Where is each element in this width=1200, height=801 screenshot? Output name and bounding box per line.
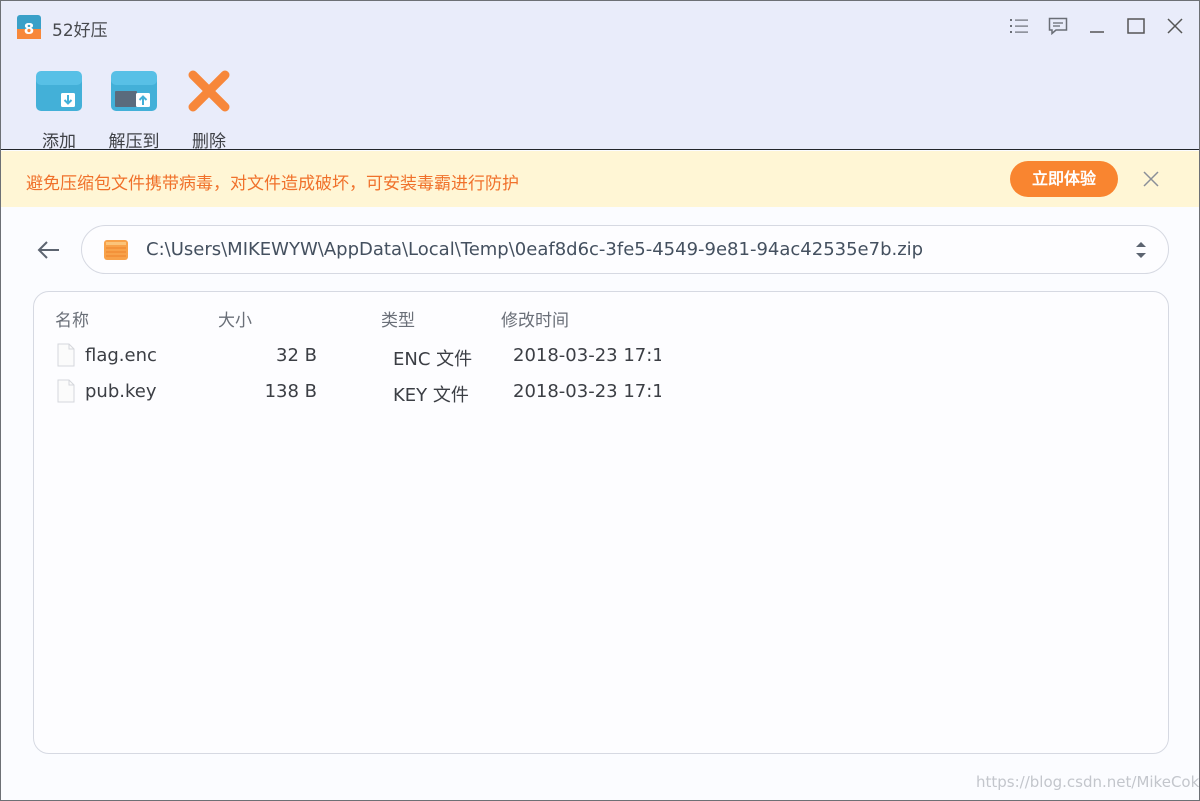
table-row[interactable]: pub.key 138 B KEY 文件 2018-03-23 17:1: [54, 376, 1144, 410]
archive-path: C:\Users\MIKEWYW\AppData\Local\Temp\0eaf…: [146, 239, 924, 260]
app-logo-text: 8: [24, 20, 34, 38]
delete-button[interactable]: 删除: [174, 67, 244, 152]
column-header-modified[interactable]: 修改时间: [501, 306, 569, 331]
delete-button-label: 删除: [192, 132, 226, 152]
file-icon: [57, 343, 75, 371]
add-button-label: 添加: [42, 132, 76, 152]
app-logo-icon: 8: [17, 15, 41, 39]
extract-to-button[interactable]: 解压到: [99, 67, 169, 152]
banner-text: 避免压缩包文件携带病毒，对文件造成破坏，可安装毒霸进行防护: [26, 174, 519, 194]
banner-close-icon[interactable]: [1141, 169, 1161, 189]
file-type: ENC 文件: [393, 349, 473, 370]
file-modified: 2018-03-23 17:1: [513, 345, 661, 366]
feedback-icon[interactable]: [1047, 15, 1069, 37]
file-list-panel: 名称 大小 类型 修改时间 flag.enc 32 B ENC 文件 2018-…: [33, 291, 1169, 754]
file-name: flag.enc: [85, 345, 157, 366]
menu-icon[interactable]: [1008, 15, 1030, 37]
column-header-type[interactable]: 类型: [381, 306, 415, 331]
file-type: KEY 文件: [393, 385, 469, 406]
back-arrow-icon[interactable]: [35, 238, 61, 262]
file-icon: [57, 379, 75, 407]
minimize-icon[interactable]: [1086, 15, 1108, 37]
file-size: 32 B: [276, 345, 317, 366]
maximize-icon[interactable]: [1125, 15, 1147, 37]
extract-archive-icon: [111, 71, 157, 111]
watermark: https://blog.csdn.net/MikeCoke: [976, 773, 1200, 791]
app-title: 52好压: [52, 21, 108, 41]
path-bar[interactable]: C:\Users\MIKEWYW\AppData\Local\Temp\0eaf…: [81, 225, 1169, 274]
extract-to-button-label: 解压到: [108, 132, 160, 152]
delete-x-icon: [188, 70, 230, 112]
close-icon[interactable]: [1164, 15, 1186, 37]
file-modified: 2018-03-23 17:1: [513, 381, 661, 402]
security-banner: 避免压缩包文件携带病毒，对文件造成破坏，可安装毒霸进行防护 立即体验: [1, 151, 1199, 207]
column-header-size[interactable]: 大小: [218, 306, 252, 331]
add-archive-icon: [36, 71, 82, 111]
column-header-name[interactable]: 名称: [55, 306, 89, 331]
try-now-button[interactable]: 立即体验: [1010, 161, 1118, 197]
add-button[interactable]: 添加: [24, 67, 94, 152]
file-size: 138 B: [264, 381, 317, 402]
table-row[interactable]: flag.enc 32 B ENC 文件 2018-03-23 17:1: [54, 340, 1144, 374]
file-name: pub.key: [85, 381, 157, 402]
path-dropdown-icon[interactable]: [1134, 239, 1148, 261]
title-toolbar-area: 8 52好压 添加 解压到 删除: [1, 1, 1199, 152]
zip-file-icon: [103, 239, 129, 265]
app-window: 8 52好压 添加 解压到 删除 避免压缩包文件携带病毒，对文件造成破坏，可安装…: [0, 0, 1200, 801]
